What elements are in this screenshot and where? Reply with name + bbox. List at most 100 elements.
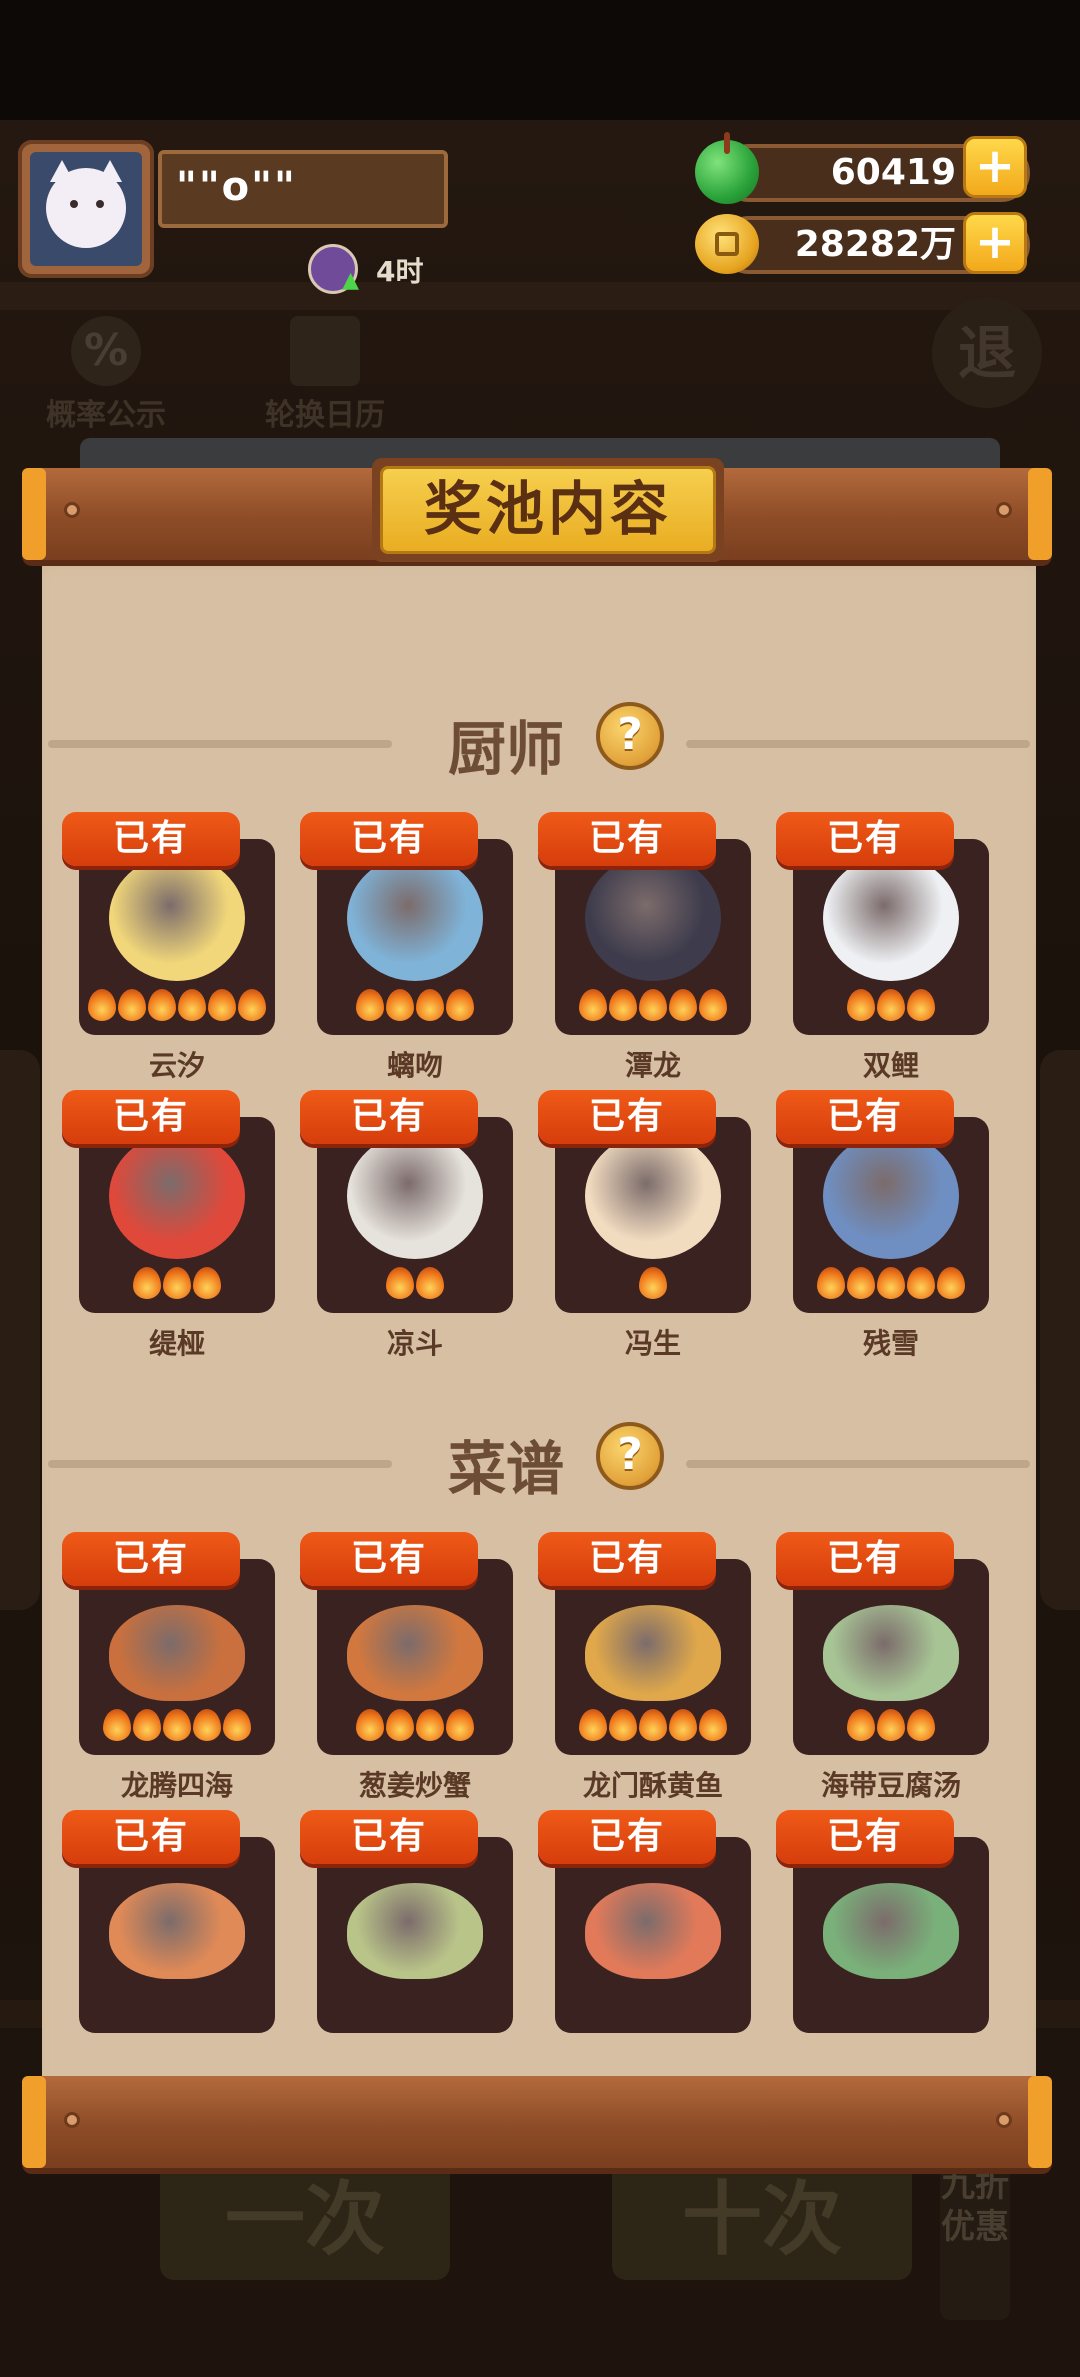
flame-icon: [223, 1709, 251, 1741]
rarity-flames: [793, 1267, 989, 1299]
flame-icon: [579, 989, 607, 1021]
draw-ten-button[interactable]: 十次: [612, 2160, 912, 2280]
flame-icon: [193, 1267, 221, 1299]
exit-button[interactable]: 退: [932, 298, 1042, 408]
rarity-flames: [793, 1709, 989, 1741]
flame-icon: [907, 1267, 935, 1299]
chef-card[interactable]: 已有 残雪: [776, 1090, 989, 1360]
recipe-card-background: [317, 1837, 513, 2033]
chef-name: 双鲤: [862, 1049, 919, 1082]
rarity-flames: [79, 1267, 275, 1299]
chef-card-background: [555, 1117, 751, 1313]
chef-card-background: [317, 839, 513, 1035]
scroll-rod-cap: [22, 468, 46, 560]
chef-name: 螭吻: [386, 1049, 443, 1082]
player-name: ""o"": [158, 150, 448, 228]
recipe-card-background: [79, 1837, 275, 2033]
flame-icon: [699, 989, 727, 1021]
flame-icon: [669, 989, 697, 1021]
recipe-card[interactable]: 已有: [300, 1810, 513, 2033]
time-text: 4时: [376, 255, 424, 288]
rarity-flames: [317, 1267, 513, 1299]
chef-card[interactable]: 已有 凉斗: [300, 1090, 513, 1360]
section-divider: [48, 740, 392, 748]
coin-icon: [695, 214, 759, 274]
help-icon[interactable]: ?: [596, 1422, 664, 1490]
flame-icon: [669, 1709, 697, 1741]
flame-icon: [847, 1267, 875, 1299]
dish-image: [109, 1605, 245, 1701]
flame-icon: [133, 1709, 161, 1741]
flame-icon: [208, 989, 236, 1021]
flame-icon: [416, 1267, 444, 1299]
chef-portrait: [823, 855, 959, 981]
chef-name: 缇桠: [148, 1327, 205, 1360]
chef-card-background: [79, 1117, 275, 1313]
recipe-name: 龙门酥黄鱼: [582, 1769, 723, 1802]
chef-card[interactable]: 已有云汐: [62, 812, 275, 1082]
section-divider: [48, 1460, 392, 1468]
recipe-card-background: [555, 1559, 751, 1755]
flame-icon: [386, 1709, 414, 1741]
chef-card-background: [793, 1117, 989, 1313]
chef-portrait: [109, 855, 245, 981]
recipe-card[interactable]: 已有: [776, 1810, 989, 2033]
percent-icon: %: [71, 316, 141, 386]
flame-icon: [356, 989, 384, 1021]
flame-icon: [163, 1267, 191, 1299]
scroll-bottom-rod: [22, 2076, 1052, 2168]
recipe-card[interactable]: 已有: [62, 1810, 275, 2033]
chef-card[interactable]: 已有缇桠: [62, 1090, 275, 1360]
rarity-flames: [317, 1709, 513, 1741]
chef-portrait: [347, 1133, 483, 1259]
dish-image: [823, 1605, 959, 1701]
dish-image: [347, 1883, 483, 1979]
flame-icon: [847, 1709, 875, 1741]
chef-card[interactable]: 已有 螭吻: [300, 812, 513, 1082]
recipe-card[interactable]: 已有 海带豆腐汤: [776, 1532, 989, 1802]
owned-badge: 已有: [776, 1090, 954, 1144]
chef-portrait: [823, 1133, 959, 1259]
owned-badge: 已有: [776, 1532, 954, 1586]
scroll-nail: [64, 502, 80, 518]
recipe-card-background: [793, 1559, 989, 1755]
calendar-icon: [290, 316, 360, 386]
chef-name: 潭龙: [624, 1049, 681, 1082]
flame-icon: [609, 989, 637, 1021]
help-icon[interactable]: ?: [596, 702, 664, 770]
owned-badge: 已有: [62, 812, 240, 866]
add-coin-button[interactable]: +: [963, 212, 1027, 274]
flame-icon: [877, 989, 905, 1021]
chef-card-background: [317, 1117, 513, 1313]
recipe-card[interactable]: 已有 龙门酥黄鱼: [538, 1532, 751, 1802]
panel-title: 奖池内容: [380, 466, 716, 554]
rarity-flames: [555, 1267, 751, 1299]
flame-icon: [699, 1709, 727, 1741]
flame-icon: [446, 989, 474, 1021]
flame-icon: [118, 989, 146, 1021]
flame-icon: [639, 1267, 667, 1299]
probability-button[interactable]: % 概率公示: [36, 316, 176, 434]
recipe-card[interactable]: 已有 葱姜炒蟹: [300, 1532, 513, 1802]
chef-card[interactable]: 已有 潭龙: [538, 812, 751, 1082]
dish-image: [585, 1883, 721, 1979]
rotation-calendar-button[interactable]: 轮换日历: [250, 316, 400, 434]
scroll-rod-cap: [1028, 468, 1052, 560]
flame-icon: [133, 1267, 161, 1299]
flame-icon: [907, 1709, 935, 1741]
owned-badge: 已有: [538, 1810, 716, 1864]
owned-badge: 已有: [62, 1810, 240, 1864]
recipe-card[interactable]: 已有 龙腾四海: [62, 1532, 275, 1802]
chef-name: 云汐: [148, 1049, 205, 1082]
recipe-card[interactable]: 已有: [538, 1810, 751, 2033]
draw-once-button[interactable]: 一次: [160, 2160, 450, 2280]
avatar-eye: [96, 200, 104, 208]
owned-badge: 已有: [300, 1810, 478, 1864]
chef-card[interactable]: 已有双鲤: [776, 812, 989, 1082]
add-jade-button[interactable]: +: [963, 136, 1027, 198]
chef-name: 凉斗: [386, 1327, 443, 1360]
chef-card[interactable]: 已有 冯生: [538, 1090, 751, 1360]
owned-badge: 已有: [776, 812, 954, 866]
flame-icon: [937, 1267, 965, 1299]
owned-badge: 已有: [62, 1090, 240, 1144]
